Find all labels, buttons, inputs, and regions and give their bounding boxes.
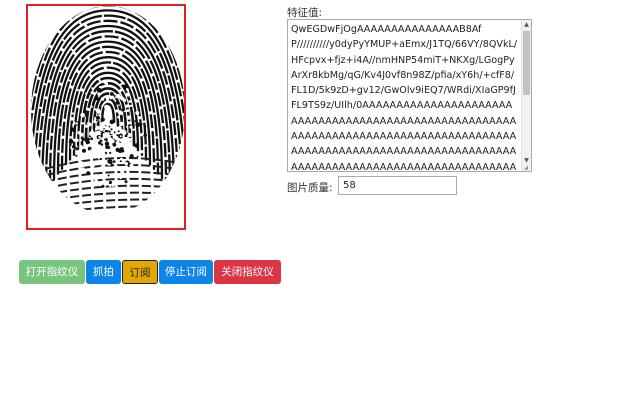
feature-label: 特征值: [287, 7, 323, 19]
fingerprint-graphic [31, 6, 184, 214]
quality-label: 图片质量: [287, 182, 333, 194]
scroll-up-arrow-icon[interactable]: ▲ [522, 20, 531, 30]
feature-value: QwEGDwFjOgAAAAAAAAAAAAAAAB8AfP//////////… [291, 24, 518, 172]
capture-button[interactable]: 抓拍 [86, 260, 121, 284]
stop-subscribe-button[interactable]: 停止订阅 [159, 260, 213, 284]
page: 特征值: QwEGDwFjOgAAAAAAAAAAAAAAAB8AfP/////… [0, 0, 640, 400]
scrollbar-thumb[interactable] [523, 31, 530, 95]
fingerprint-image [26, 4, 186, 230]
subscribe-button[interactable]: 订阅 [122, 260, 158, 284]
close-scanner-button[interactable]: 关闭指纹仪 [214, 260, 281, 284]
resize-grip-icon[interactable]: ◢ [524, 166, 530, 171]
feature-textarea[interactable]: QwEGDwFjOgAAAAAAAAAAAAAAAB8AfP//////////… [287, 19, 532, 172]
quality-input[interactable] [338, 176, 457, 195]
open-scanner-button[interactable]: 打开指纹仪 [19, 260, 85, 284]
feature-scrollbar[interactable]: ▲ ▼ [521, 20, 531, 171]
